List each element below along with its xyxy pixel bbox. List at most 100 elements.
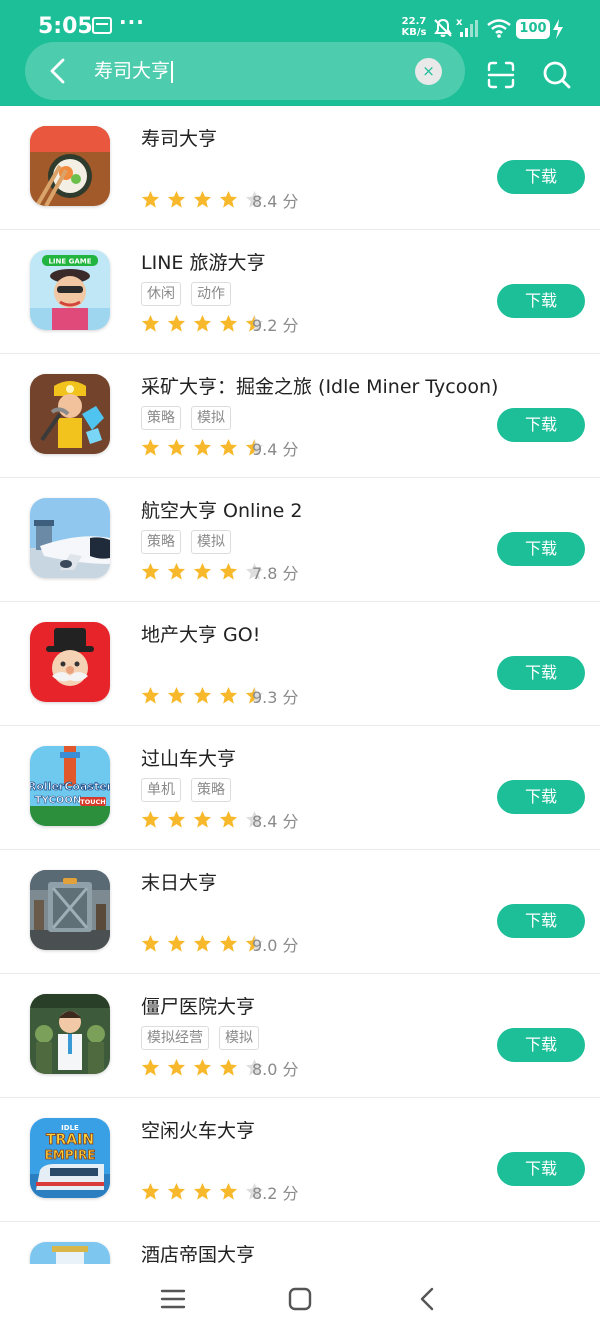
tag[interactable]: 策略 <box>141 406 181 430</box>
sushi-tycoon-icon[interactable] <box>30 126 110 206</box>
scan-icon[interactable] <box>486 60 516 90</box>
star-full-icon <box>194 190 212 208</box>
download-button[interactable]: 下载 <box>497 904 585 938</box>
result-title[interactable]: 寿司大亨 <box>141 124 217 151</box>
search-query: 寿司大亨 <box>94 60 171 82</box>
icon-label: TRAIN <box>46 1132 94 1148</box>
download-button[interactable]: 下载 <box>497 532 585 566</box>
icon-label: RollerCoaster <box>30 780 110 793</box>
idle-miner-icon[interactable] <box>30 374 110 454</box>
star-full-icon <box>194 438 212 456</box>
result-title[interactable]: LINE 旅游大亨 <box>141 248 265 275</box>
download-button[interactable]: 下载 <box>497 1152 585 1186</box>
tag-list: 策略 模拟 <box>141 406 241 432</box>
result-item[interactable]: 酒店帝国大亨 <box>0 1222 600 1264</box>
star-full-icon <box>220 438 238 456</box>
star-full-icon <box>168 190 186 208</box>
tag[interactable]: 单机 <box>141 778 181 802</box>
result-item[interactable]: LINE GAME LINE 旅游大亨 休闲 动作 9.2 分 下载 <box>0 230 600 354</box>
mute-bell-icon <box>434 18 452 37</box>
rating-stars <box>141 1182 266 1202</box>
star-full-icon <box>220 314 238 332</box>
result-title[interactable]: 僵尸医院大亨 <box>141 992 255 1019</box>
result-title[interactable]: 空闲火车大亨 <box>141 1116 255 1143</box>
tag[interactable]: 休闲 <box>141 282 181 306</box>
result-item[interactable]: 寿司大亨 8.4 分 下载 <box>0 106 600 230</box>
status-time: 5:05 <box>38 14 93 39</box>
star-full-icon <box>168 314 186 332</box>
nav-back-icon[interactable] <box>413 1284 443 1314</box>
star-full-icon <box>168 438 186 456</box>
result-item[interactable]: IDLE TRAIN EMPIRE 空闲火车大亨 8.2 分 下载 <box>0 1098 600 1222</box>
result-item[interactable]: RollerCoaster TYCOON TOUCH 过山车大亨 单机 策略 8.… <box>0 726 600 850</box>
star-full-icon <box>194 562 212 580</box>
airline-tycoon-icon[interactable] <box>30 498 110 578</box>
result-item[interactable]: 采矿大亨：掘金之旅 (Idle Miner Tycoon) 策略 模拟 9.4 分… <box>0 354 600 478</box>
charging-icon <box>553 19 563 39</box>
star-full-icon <box>141 1058 160 1076</box>
result-title[interactable]: 过山车大亨 <box>141 744 236 771</box>
download-button[interactable]: 下载 <box>497 780 585 814</box>
rating-stars <box>141 1058 266 1078</box>
rating-stars <box>141 314 266 334</box>
doomsday-tycoon-icon[interactable] <box>30 870 110 950</box>
star-full-icon <box>194 934 212 952</box>
download-button[interactable]: 下载 <box>497 160 585 194</box>
result-item[interactable]: 地产大亨 GO! 9.3 分 下载 <box>0 602 600 726</box>
result-item[interactable]: 航空大亨 Online 2 策略 模拟 7.8 分 下载 <box>0 478 600 602</box>
download-button[interactable]: 下载 <box>497 656 585 690</box>
text-caret <box>171 60 173 83</box>
star-full-icon <box>141 934 160 952</box>
network-speed-unit: KB/s <box>401 27 427 38</box>
star-full-icon <box>220 810 238 828</box>
tag[interactable]: 模拟经营 <box>141 1026 209 1050</box>
search-input[interactable]: 寿司大亨 <box>94 58 173 84</box>
rating-score: 9.4 分 <box>252 440 299 459</box>
star-full-icon <box>141 686 160 704</box>
download-button[interactable]: 下载 <box>497 408 585 442</box>
rating-score: 9.0 分 <box>252 936 299 955</box>
result-title[interactable]: 末日大亨 <box>141 868 217 895</box>
rating-score: 8.0 分 <box>252 1060 299 1079</box>
line-tycoon-icon[interactable]: LINE GAME <box>30 250 110 330</box>
result-title[interactable]: 采矿大亨：掘金之旅 (Idle Miner Tycoon) <box>141 372 498 399</box>
result-item[interactable]: 末日大亨 9.0 分 下载 <box>0 850 600 974</box>
tag[interactable]: 策略 <box>141 530 181 554</box>
result-title[interactable]: 航空大亨 Online 2 <box>141 496 302 523</box>
signal-icon: x <box>456 17 478 37</box>
roller-coaster-icon[interactable]: RollerCoaster TYCOON TOUCH <box>30 746 110 826</box>
back-arrow-icon[interactable] <box>44 56 72 86</box>
icon-label: TYCOON <box>35 795 81 806</box>
more-notifications: ··· <box>119 10 145 34</box>
rating-stars <box>141 810 266 830</box>
tag[interactable]: 策略 <box>191 778 231 802</box>
search-results-list[interactable]: 寿司大亨 8.4 分 下载 LINE GAME LINE 旅游大亨 休闲 动作 … <box>0 106 600 1264</box>
rating-stars <box>141 686 266 706</box>
monopoly-go-icon[interactable] <box>30 622 110 702</box>
tag[interactable]: 模拟 <box>191 406 231 430</box>
rating-score: 8.4 分 <box>252 192 299 211</box>
search-bar <box>25 42 465 100</box>
tag[interactable]: 动作 <box>191 282 231 306</box>
result-title[interactable]: 地产大亨 GO! <box>141 620 260 647</box>
download-button[interactable]: 下载 <box>497 284 585 318</box>
star-full-icon <box>141 190 160 208</box>
tag[interactable]: 模拟 <box>219 1026 259 1050</box>
result-title[interactable]: 酒店帝国大亨 <box>141 1240 255 1264</box>
search-icon[interactable] <box>541 59 573 91</box>
star-full-icon <box>141 810 160 828</box>
hotel-empire-icon[interactable] <box>30 1242 110 1264</box>
result-item[interactable]: 僵尸医院大亨 模拟经营 模拟 8.0 分 下载 <box>0 974 600 1098</box>
zombie-hospital-icon[interactable] <box>30 994 110 1074</box>
home-icon[interactable] <box>285 1284 315 1314</box>
tag[interactable]: 模拟 <box>191 530 231 554</box>
train-empire-icon[interactable]: IDLE TRAIN EMPIRE <box>30 1118 110 1198</box>
menu-icon[interactable] <box>158 1284 188 1314</box>
download-button[interactable]: 下载 <box>497 1028 585 1062</box>
star-full-icon <box>141 562 160 580</box>
clear-icon[interactable]: × <box>415 58 442 85</box>
star-full-icon <box>141 1182 160 1200</box>
notification-app-icon <box>92 17 112 34</box>
wifi-icon <box>487 19 511 38</box>
tag-list: 策略 模拟 <box>141 530 241 556</box>
